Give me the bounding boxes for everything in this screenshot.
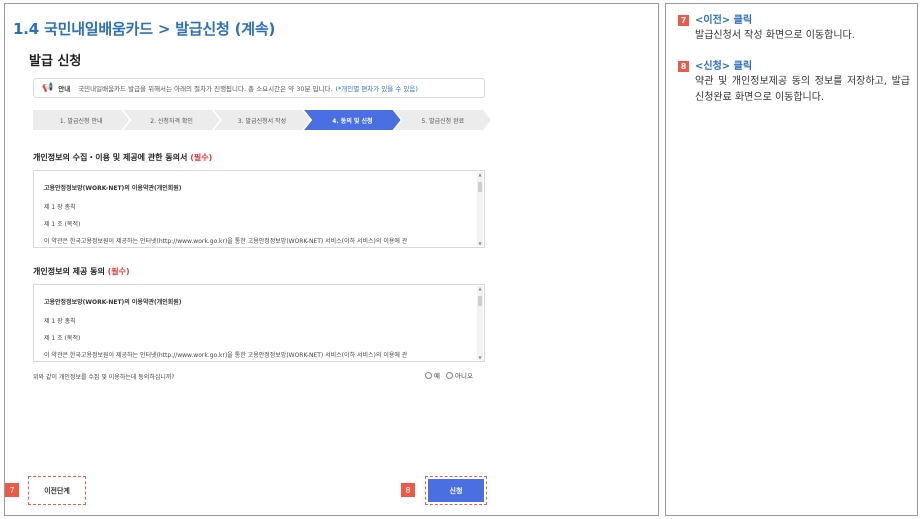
instruction-desc: 약관 및 개인정보제공 동의 정보를 저장하고, 발급신청완료 화면으로 이동합… bbox=[695, 76, 910, 103]
terms-line: 제 1 조 (목적) bbox=[44, 335, 81, 342]
instruction-7: 7 <이전> 클릭 발급신청서 작성 화면으로 이동합니다. bbox=[678, 13, 910, 44]
marker-8: 8 bbox=[401, 483, 415, 497]
terms-line: 제 1 조 (목적) bbox=[44, 221, 81, 228]
scroll-thumb[interactable] bbox=[478, 296, 482, 306]
radio-yes-label: 예 bbox=[434, 372, 440, 380]
scroll-down-icon[interactable]: ▼ bbox=[477, 241, 483, 246]
radio-circle[interactable] bbox=[445, 371, 453, 379]
step-5: 5. 발급신청 완료 bbox=[395, 110, 491, 130]
step-4-active: 4. 동의 및 신청 bbox=[304, 110, 400, 130]
apply-button-label: 신청 bbox=[428, 479, 484, 502]
terms-line: 고용안정정보망(WORK-NET)의 이용약관(개인회원) bbox=[44, 299, 182, 306]
consent-options: 예 아니오 bbox=[425, 370, 473, 380]
section-title: 1.4 국민내일배움카드 > 발급신청 (계속) bbox=[13, 20, 276, 38]
consent2-terms-box[interactable]: 고용안정정보망(WORK-NET)의 이용약관(개인회원) 제 1 장 총칙 제… bbox=[33, 284, 485, 362]
terms-line: 고용안정정보망(WORK-NET)의 이용약관(개인회원) bbox=[44, 185, 182, 192]
instruction-title: <신청> 클릭 bbox=[695, 61, 753, 72]
scrollbar[interactable]: ▲ ▼ bbox=[477, 286, 483, 360]
terms-line: 제 1 장 총칙 bbox=[44, 318, 76, 325]
main-screenshot-panel: 1.4 국민내일배움카드 > 발급신청 (계속) 발급 신청 📢 안내 국민내일… bbox=[4, 3, 659, 516]
instruction-num: 8 bbox=[678, 61, 689, 72]
consent1-terms-box[interactable]: 고용안정정보망(WORK-NET)의 이용약관(개인회원) 제 1 장 총칙 제… bbox=[33, 170, 485, 248]
instruction-panel: 7 <이전> 클릭 발급신청서 작성 화면으로 이동합니다. 8 <신청> 클릭… bbox=[665, 3, 918, 516]
info-note: (*개인별 편차가 있을 수 있음) bbox=[335, 85, 418, 93]
terms-line: 제 1 장 총칙 bbox=[44, 204, 76, 211]
consent2-heading: 개인정보의 제공 동의 (필수) bbox=[33, 266, 130, 277]
consent-question: 위와 같이 개인정보를 수집 및 이용하는데 동의하십니까? bbox=[33, 374, 175, 381]
consent2-required: (필수) bbox=[107, 267, 130, 276]
consent1-title: 개인정보의 수집・이용 및 제공에 관한 동의서 bbox=[33, 153, 188, 162]
progress-steps: 1. 발급신청 안내 2. 신청자격 확인 3. 발급신청서 작성 4. 동의 … bbox=[33, 110, 485, 130]
scroll-thumb[interactable] bbox=[478, 182, 482, 192]
consent1-heading: 개인정보의 수집・이용 및 제공에 관한 동의서 (필수) bbox=[33, 152, 212, 163]
instruction-8: 8 <신청> 클릭 약관 및 개인정보제공 동의 정보를 저장하고, 발급신청완… bbox=[678, 59, 910, 106]
terms-line: 이 약관은 한국고용정보원이 제공하는 인터넷(http://www.work.… bbox=[44, 352, 408, 359]
info-notice: 📢 안내 국민내일배움카드 발급을 위해서는 아래의 절차가 진행됩니다. 총 … bbox=[33, 78, 485, 98]
megaphone-icon: 📢 bbox=[42, 83, 54, 93]
step-1: 1. 발급신청 안내 bbox=[33, 110, 129, 130]
page-title: 발급 신청 bbox=[29, 54, 82, 69]
terms-line: 이 약관은 한국고용정보원이 제공하는 인터넷(http://www.work.… bbox=[44, 238, 408, 245]
step-3: 3. 발급신청서 작성 bbox=[214, 110, 310, 130]
apply-button[interactable]: 신청 bbox=[425, 476, 487, 505]
consent2-title: 개인정보의 제공 동의 bbox=[33, 267, 105, 276]
consent1-required: (필수) bbox=[190, 153, 213, 162]
scroll-down-icon[interactable]: ▼ bbox=[477, 355, 483, 360]
scroll-up-icon[interactable]: ▲ bbox=[477, 172, 483, 177]
radio-yes[interactable]: 예 bbox=[425, 370, 440, 380]
prev-step-button[interactable]: 이전단계 bbox=[28, 476, 86, 505]
instruction-num: 7 bbox=[678, 15, 689, 26]
info-label: 안내 bbox=[58, 85, 71, 93]
step-2: 2. 신청자격 확인 bbox=[123, 110, 219, 130]
instruction-desc: 발급신청서 작성 화면으로 이동합니다. bbox=[695, 30, 855, 41]
marker-7: 7 bbox=[5, 483, 19, 497]
radio-circle[interactable] bbox=[425, 371, 432, 379]
radio-no[interactable]: 아니오 bbox=[445, 370, 473, 380]
instruction-title: <이전> 클릭 bbox=[695, 15, 753, 26]
scrollbar[interactable]: ▲ ▼ bbox=[477, 172, 483, 246]
info-text: 국민내일배움카드 발급을 위해서는 아래의 절차가 진행됩니다. 총 소요시간은… bbox=[78, 85, 333, 93]
scroll-up-icon[interactable]: ▲ bbox=[477, 286, 483, 291]
radio-no-label: 아니오 bbox=[454, 372, 473, 380]
